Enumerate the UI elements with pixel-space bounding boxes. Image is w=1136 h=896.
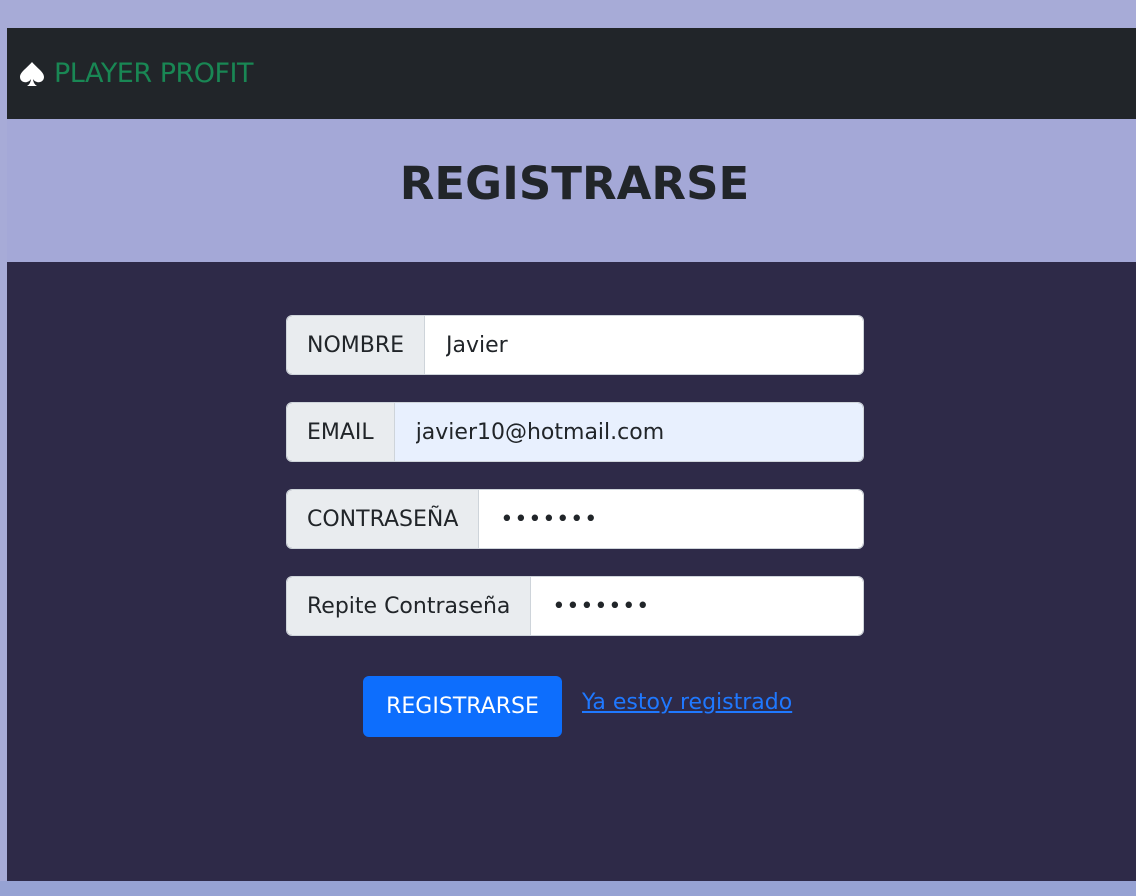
top-strip — [0, 0, 1136, 28]
nombre-label: NOMBRE — [287, 316, 426, 374]
brand-text: PLAYER PROFIT — [54, 58, 254, 89]
nombre-input[interactable] — [425, 316, 863, 374]
password-repeat-input[interactable] — [531, 577, 863, 635]
nombre-field-group: NOMBRE — [286, 315, 864, 375]
email-label: EMAIL — [287, 403, 395, 461]
password-repeat-label: Repite Contraseña — [287, 577, 532, 635]
brand-link[interactable]: PLAYER PROFIT — [18, 58, 254, 89]
spade-icon — [18, 60, 46, 88]
form-actions: REGISTRARSE Ya estoy registrado — [363, 676, 792, 737]
password-input[interactable] — [479, 490, 863, 548]
register-button[interactable]: REGISTRARSE — [363, 676, 562, 737]
login-link[interactable]: Ya estoy registrado — [582, 690, 792, 715]
page: PLAYER PROFIT REGISTRARSE NOMBRE EMAIL C… — [0, 0, 1136, 896]
email-field-group: EMAIL — [286, 402, 864, 462]
page-title: REGISTRARSE — [399, 157, 750, 210]
email-input[interactable] — [394, 403, 863, 461]
password-label: CONTRASEÑA — [287, 490, 480, 548]
header-band: REGISTRARSE — [7, 119, 1136, 262]
navbar: PLAYER PROFIT — [7, 28, 1136, 119]
password-field-group: CONTRASEÑA — [286, 489, 864, 549]
password-repeat-field-group: Repite Contraseña — [286, 576, 864, 636]
bottom-strip — [0, 881, 1136, 896]
left-edge — [0, 28, 7, 881]
